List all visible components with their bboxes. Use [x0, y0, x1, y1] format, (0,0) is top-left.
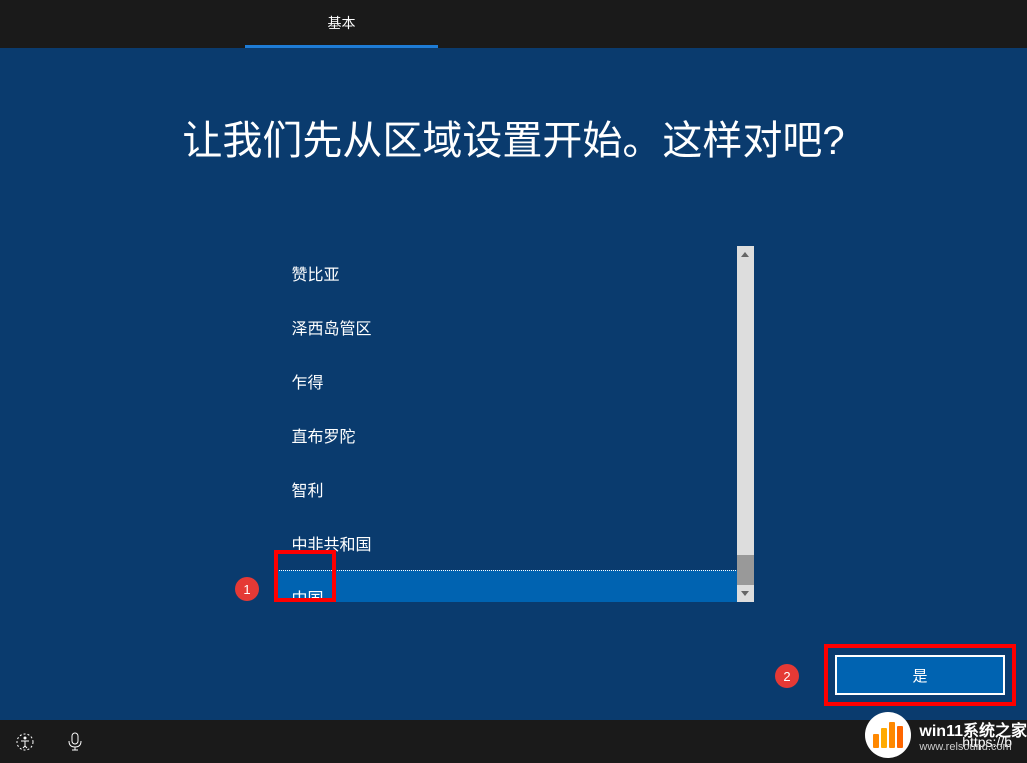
scrollbar-up-icon[interactable]: [737, 246, 754, 263]
watermark-logo-icon: [865, 712, 911, 758]
region-item[interactable]: 直布罗陀: [274, 408, 754, 462]
region-item[interactable]: 中非共和国: [274, 516, 754, 570]
accessibility-icon[interactable]: [15, 732, 35, 752]
region-item[interactable]: 乍得: [274, 354, 754, 408]
page-title: 让我们先从区域设置开始。这样对吧?: [182, 108, 844, 166]
region-item-selected[interactable]: 中国: [274, 570, 754, 602]
annotation-badge-1: 1: [235, 577, 259, 601]
tab-label: 基本: [328, 13, 356, 33]
bottom-bar-left: [15, 732, 85, 752]
region-list-container: 赞比亚 泽西岛管区 乍得 直布罗陀 智利 中非共和国 中国: [274, 246, 754, 602]
scrollbar[interactable]: [737, 246, 754, 602]
annotation-badge-2: 2: [775, 664, 799, 688]
watermark: win11系统之家 www.relsound.com: [865, 712, 1027, 758]
top-bar: 基本: [0, 0, 1027, 48]
watermark-title: win11系统之家: [919, 717, 1027, 741]
region-item[interactable]: 智利: [274, 462, 754, 516]
main-content: 让我们先从区域设置开始。这样对吧? 赞比亚 泽西岛管区 乍得 直布罗陀 智利 中…: [0, 48, 1027, 602]
region-item[interactable]: 泽西岛管区: [274, 300, 754, 354]
region-list[interactable]: 赞比亚 泽西岛管区 乍得 直布罗陀 智利 中非共和国 中国: [274, 246, 754, 602]
yes-button-label: 是: [912, 665, 927, 686]
yes-button[interactable]: 是: [835, 655, 1005, 695]
scrollbar-thumb[interactable]: [737, 555, 754, 585]
tab-basic[interactable]: 基本: [245, 0, 438, 48]
region-item[interactable]: 赞比亚: [274, 246, 754, 300]
watermark-text: win11系统之家 www.relsound.com: [919, 717, 1027, 753]
annotation-highlight-2: 是: [824, 644, 1016, 706]
microphone-icon[interactable]: [65, 732, 85, 752]
scrollbar-down-icon[interactable]: [737, 585, 754, 602]
watermark-url: www.relsound.com: [919, 741, 1027, 753]
